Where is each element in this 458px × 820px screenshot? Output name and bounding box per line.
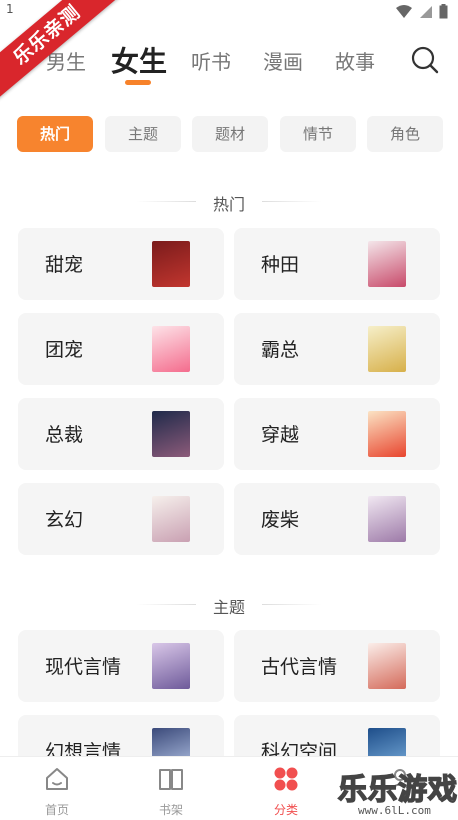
category-card[interactable]: 种田 (234, 228, 440, 300)
signal-icon (420, 5, 432, 18)
book-cover-image (152, 496, 190, 542)
category-label: 现代言情 (45, 656, 122, 678)
category-label: 玄幻 (45, 509, 84, 531)
category-card[interactable]: 团宠 (18, 313, 224, 385)
nav-category[interactable]: 分类 (229, 757, 343, 820)
nav-bookshelf[interactable]: 书架 (114, 757, 228, 820)
section-title-text: 主题 (212, 598, 245, 617)
tab-female[interactable]: 女生 (111, 40, 167, 80)
wifi-icon (396, 4, 412, 18)
active-tab-indicator (125, 80, 151, 85)
section-title-theme: 主题 (0, 594, 458, 618)
category-icon (274, 767, 298, 791)
book-cover-image (368, 643, 406, 689)
book-cover-image (152, 241, 190, 287)
nav-label: 分类 (273, 803, 298, 817)
top-tabs: 男生 女生 听书 漫画 故事 (0, 38, 458, 88)
tab-stories[interactable]: 故事 (335, 46, 375, 75)
category-label: 团宠 (45, 339, 84, 361)
search-icon[interactable] (410, 45, 440, 75)
chip-role[interactable]: 角色 (367, 116, 443, 152)
category-label: 总裁 (45, 424, 84, 446)
book-cover-image (152, 326, 190, 372)
book-cover-image (152, 643, 190, 689)
divider (262, 201, 322, 202)
category-label: 废柴 (261, 509, 300, 531)
nav-home[interactable]: 首页 (0, 757, 114, 820)
tab-audiobook[interactable]: 听书 (191, 46, 231, 75)
category-card[interactable]: 玄幻 (18, 483, 224, 555)
category-card[interactable]: 古代言情 (234, 630, 440, 702)
divider (136, 201, 196, 202)
category-label: 甜宠 (45, 254, 84, 276)
divider (262, 604, 322, 605)
watermark-url: www.6lL.com (358, 804, 431, 817)
category-card[interactable]: 现代言情 (18, 630, 224, 702)
nav-label: 书架 (158, 803, 183, 817)
category-label: 霸总 (261, 339, 300, 361)
chip-plot[interactable]: 情节 (280, 116, 356, 152)
nav-label: 首页 (44, 803, 69, 817)
category-card[interactable]: 废柴 (234, 483, 440, 555)
status-time: 1 (6, 2, 14, 16)
category-card[interactable]: 总裁 (18, 398, 224, 470)
category-label: 穿越 (261, 424, 300, 446)
book-cover-image (152, 411, 190, 457)
chip-theme[interactable]: 主题 (105, 116, 181, 152)
filter-chips: 热门 主题 题材 情节 角色 (0, 116, 458, 154)
section-title-text: 热门 (212, 195, 245, 214)
category-label: 种田 (261, 254, 300, 276)
status-icons (395, 4, 448, 19)
watermark-logo: 乐乐游戏 www.6lL.com (336, 766, 458, 820)
book-cover-image (368, 241, 406, 287)
chip-hot[interactable]: 热门 (17, 116, 93, 152)
watermark-text: 乐乐游戏 (337, 771, 458, 807)
divider (136, 604, 196, 605)
chip-genre[interactable]: 题材 (192, 116, 268, 152)
section-title-hot: 热门 (0, 191, 458, 215)
tab-comics[interactable]: 漫画 (263, 46, 303, 75)
category-card[interactable]: 穿越 (234, 398, 440, 470)
book-cover-image (368, 496, 406, 542)
battery-icon (439, 4, 448, 19)
category-card[interactable]: 霸总 (234, 313, 440, 385)
book-cover-image (368, 411, 406, 457)
home-icon (46, 768, 68, 790)
book-cover-image (368, 326, 406, 372)
bookshelf-icon (159, 769, 183, 790)
category-label: 古代言情 (261, 656, 338, 678)
category-card[interactable]: 甜宠 (18, 228, 224, 300)
